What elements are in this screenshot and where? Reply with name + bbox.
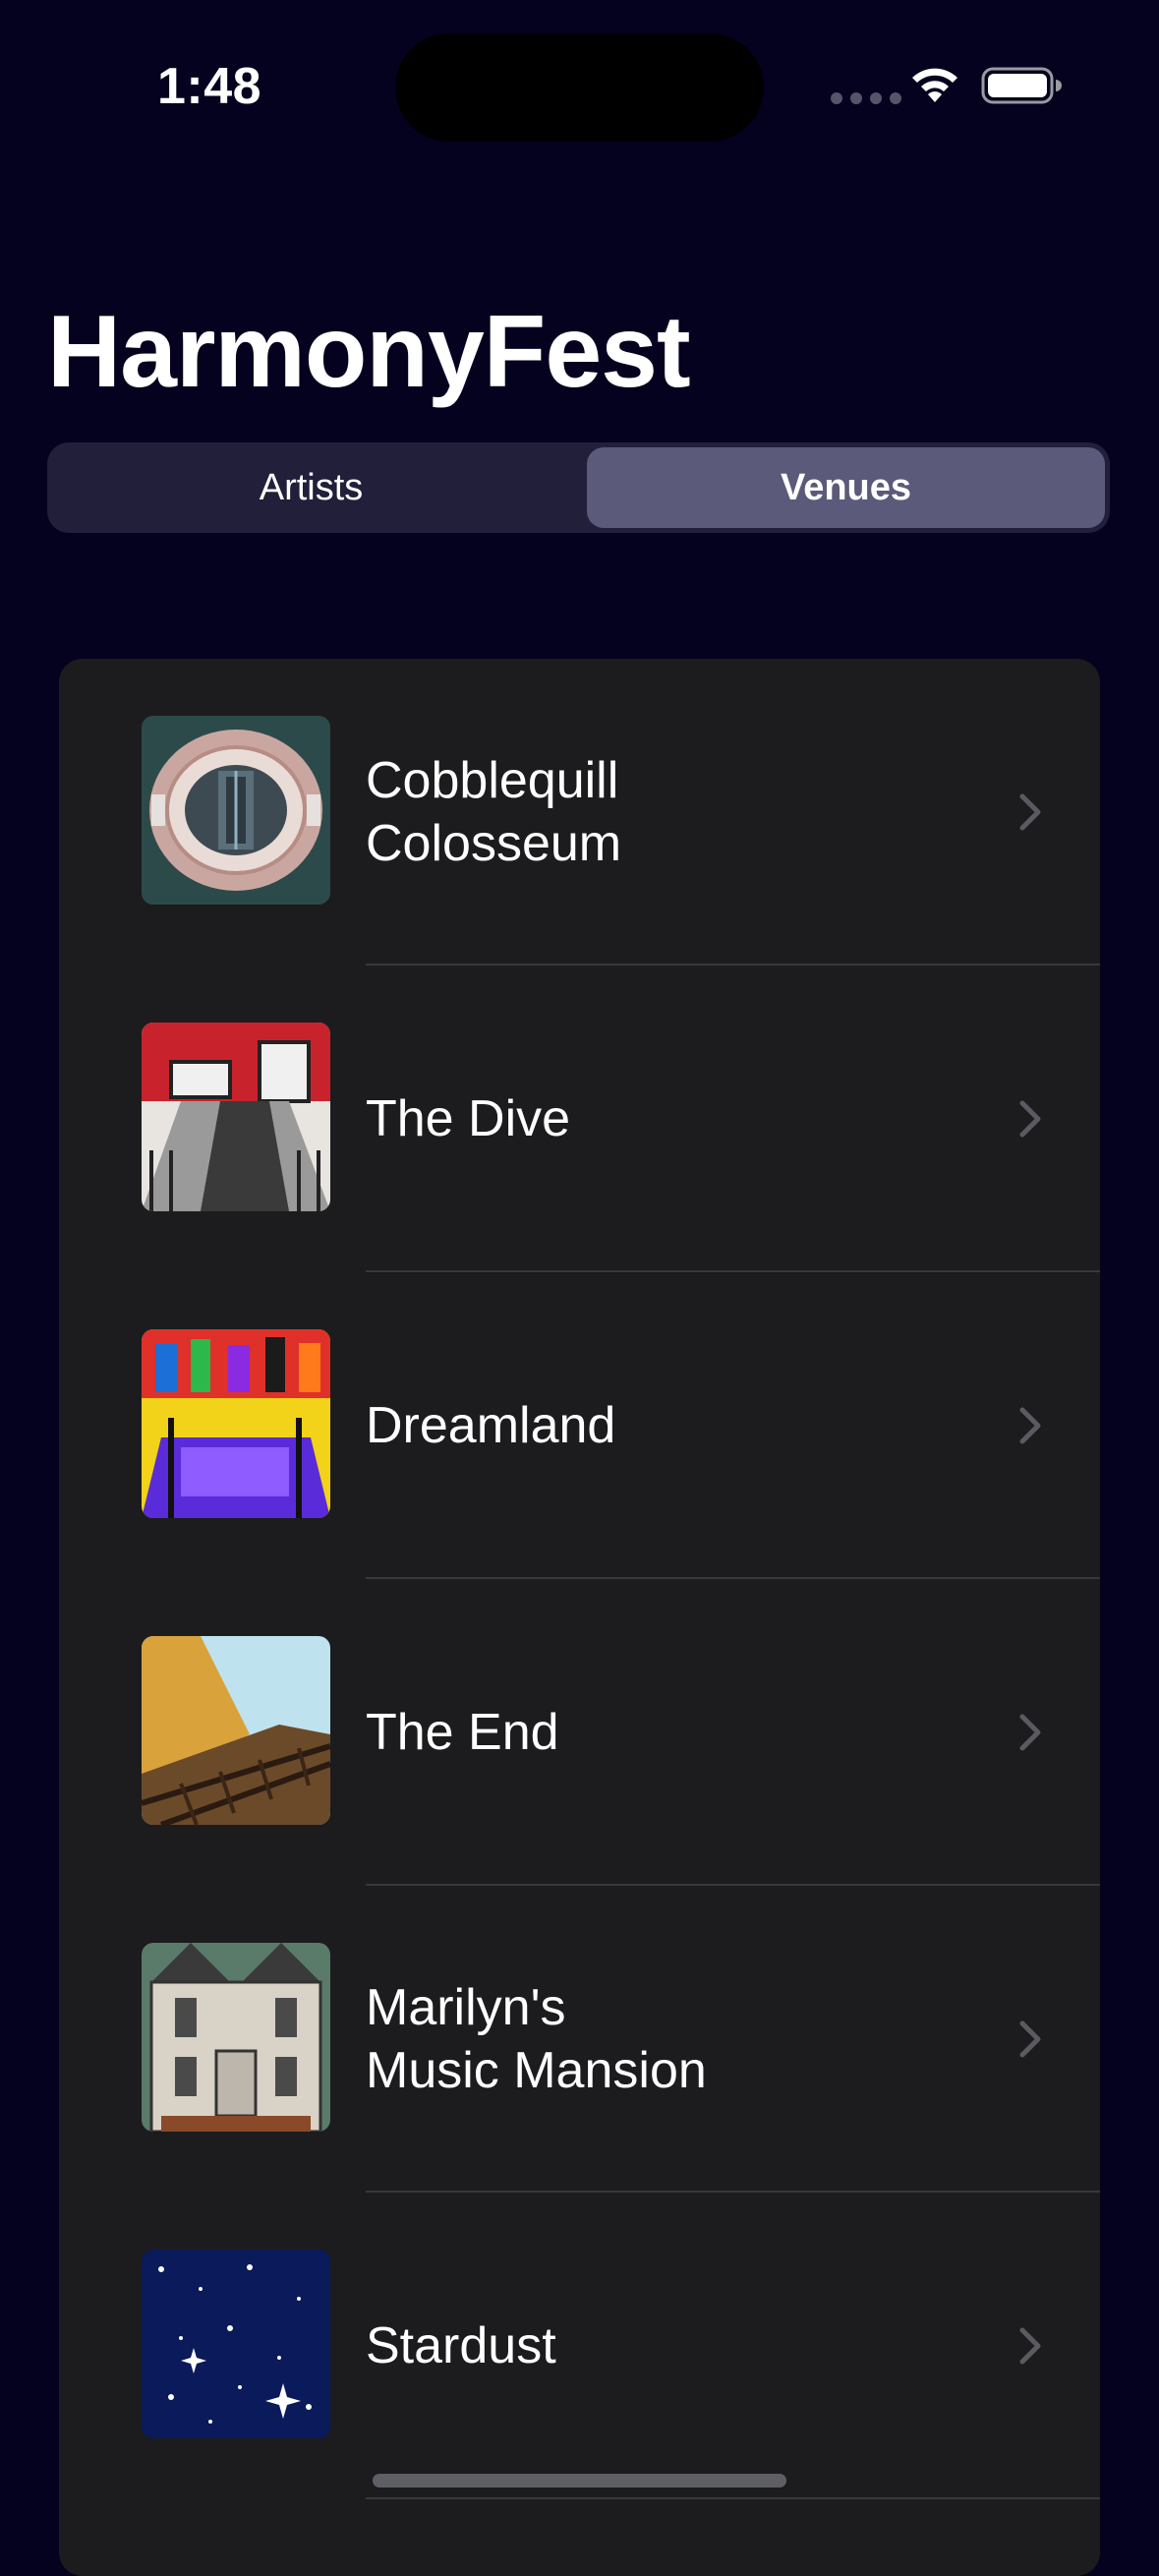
wifi-icon	[912, 68, 957, 102]
chevron-right-icon	[1019, 2327, 1041, 2365]
venue-list: Cobblequill Colosseum The Dive Dreamland…	[59, 659, 1100, 2576]
row-separator	[366, 2497, 1100, 2499]
chevron-right-icon	[1019, 1407, 1041, 1444]
colorful-club-thumbnail	[142, 1329, 330, 1518]
segment-artists[interactable]: Artists	[52, 447, 570, 528]
venue-row-stardust[interactable]: Stardust	[59, 2193, 1100, 2499]
status-time: 1:48	[157, 58, 262, 115]
chevron-right-icon	[1019, 1714, 1041, 1751]
venue-name: Stardust	[366, 2317, 556, 2374]
segment-venues[interactable]: Venues	[587, 447, 1105, 528]
chevron-right-icon	[1019, 793, 1041, 831]
venue-name: Dreamland	[366, 1397, 616, 1454]
stadium-aerial-thumbnail	[142, 716, 330, 905]
cellular-signal-icon	[831, 92, 901, 104]
venue-row-marilyns-music-mansion[interactable]: Marilyn's Music Mansion	[59, 1886, 1100, 2193]
battery-icon	[981, 67, 1062, 104]
venue-name: Cobblequill Colosseum	[366, 752, 622, 872]
venue-name: The Dive	[366, 1090, 571, 1147]
venue-row-cobblequill-colosseum[interactable]: Cobblequill Colosseum	[59, 659, 1100, 966]
venue-name: The End	[366, 1704, 559, 1761]
chevron-right-icon	[1019, 2020, 1041, 2058]
segmented-control: Artists Venues	[47, 442, 1110, 533]
mansion-facade-thumbnail	[142, 1943, 330, 2132]
chevron-right-icon	[1019, 1100, 1041, 1138]
page-title: HarmonyFest	[47, 295, 691, 409]
starry-sky-thumbnail	[142, 2250, 330, 2438]
venue-row-the-end[interactable]: The End	[59, 1579, 1100, 1886]
railroad-tracks-thumbnail	[142, 1636, 330, 1825]
home-indicator[interactable]	[373, 2474, 786, 2488]
bar-interior-thumbnail	[142, 1023, 330, 1211]
venue-row-the-dive[interactable]: The Dive	[59, 966, 1100, 1272]
venue-name: Marilyn's Music Mansion	[366, 1979, 707, 2099]
venue-row-dreamland[interactable]: Dreamland	[59, 1272, 1100, 1579]
dynamic-island	[395, 33, 764, 142]
